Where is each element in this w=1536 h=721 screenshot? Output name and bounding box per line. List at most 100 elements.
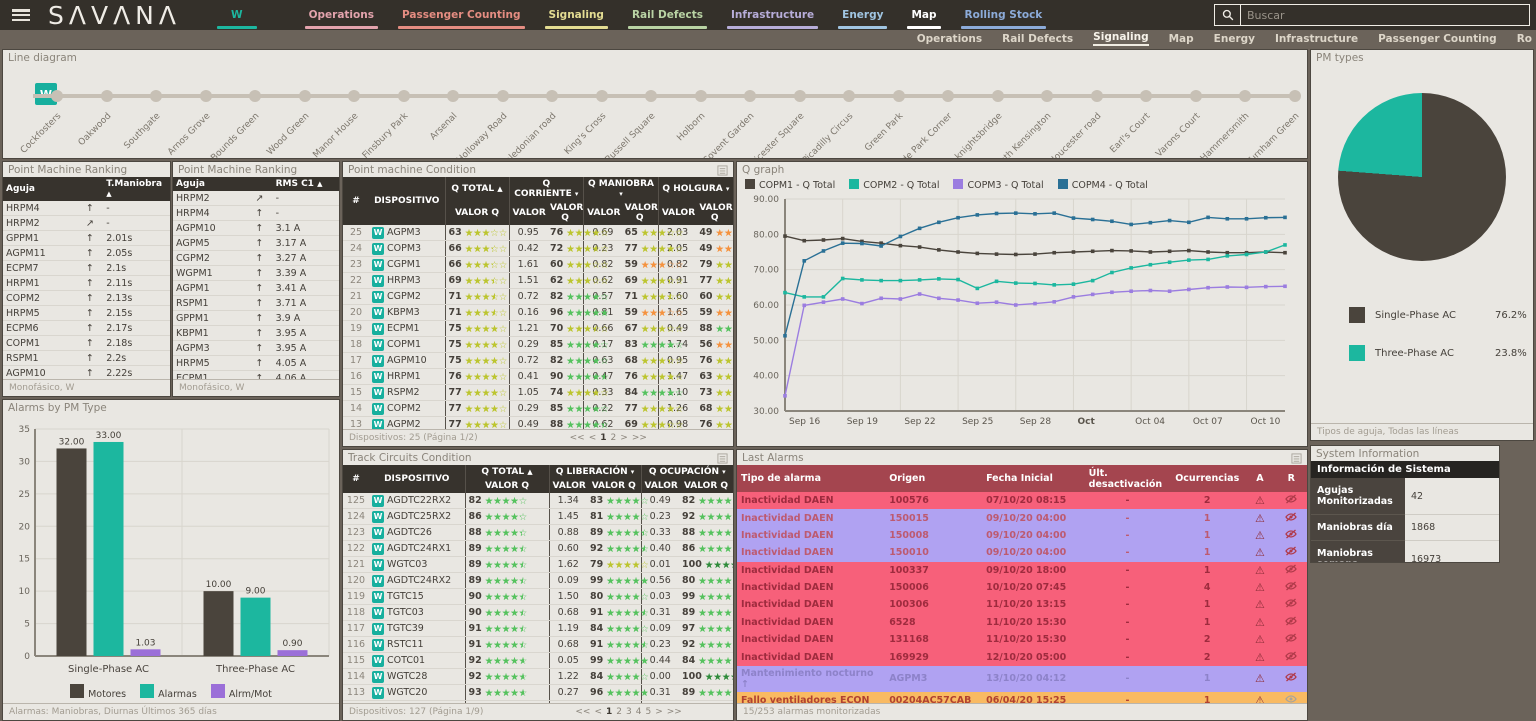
page-link[interactable]: 5: [645, 707, 651, 717]
station-dot-6[interactable]: [348, 90, 360, 102]
condition-row[interactable]: 116WRSTC1191☆☆☆☆☆★★★★★0.6891☆☆☆☆☆★★★★★0.…: [343, 637, 733, 653]
r-eye-slash-icon[interactable]: [1285, 616, 1297, 626]
col-group[interactable]: Q OCUPACIÓN ▾: [641, 465, 733, 479]
hamburger-menu-icon[interactable]: [12, 9, 30, 21]
ranking-row[interactable]: ECPM7↑2.1s: [3, 261, 170, 276]
ranking-row[interactable]: HRPM2↗-: [173, 191, 339, 206]
station-dot-20[interactable]: [1041, 90, 1053, 102]
alarm-warning-icon[interactable]: ⚠: [1255, 581, 1265, 594]
col-group[interactable]: Q TOTAL ▲: [445, 177, 509, 201]
ranking-row[interactable]: AGPM5↑3.17 A: [173, 236, 339, 251]
alarm-row[interactable]: Inactividad DAEN13116811/10/20 15:30 -2 …: [737, 631, 1307, 648]
tab-signaling[interactable]: Signaling: [539, 0, 614, 30]
ranking-row[interactable]: HRPM1↑2.11s: [3, 276, 170, 291]
page-link[interactable]: >: [655, 707, 663, 717]
page-current[interactable]: 1: [600, 433, 606, 443]
search-icon[interactable]: [1214, 4, 1240, 26]
tab-map[interactable]: Map: [901, 0, 946, 30]
station-dot-22[interactable]: [1140, 90, 1152, 102]
condition-row[interactable]: 15WRSPM277☆☆☆☆☆★★★★★1.0574☆☆☆☆☆★★★★★0.33…: [343, 385, 733, 401]
station-dot-25[interactable]: [1289, 90, 1301, 102]
col-group[interactable]: Q CORRIENTE ▾: [509, 177, 584, 201]
ranking-row[interactable]: COPM2↑2.13s: [3, 291, 170, 306]
tab-rail-defects[interactable]: Rail Defects: [622, 0, 713, 30]
alarm-warning-icon[interactable]: ⚠: [1255, 512, 1265, 525]
alarm-warning-icon[interactable]: ⚠: [1255, 564, 1265, 577]
export-icon[interactable]: [717, 165, 728, 176]
station-dot-19[interactable]: [992, 90, 1004, 102]
page-link[interactable]: 3: [626, 707, 632, 717]
tab-rolling-stock[interactable]: Rolling Stock: [955, 0, 1053, 30]
station-dot-24[interactable]: [1239, 90, 1251, 102]
ranking-row[interactable]: WGPM1↑3.39 A: [173, 266, 339, 281]
condition-row[interactable]: 115WCOTC0192☆☆☆☆☆★★★★★0.0599☆☆☆☆☆★★★★★0.…: [343, 653, 733, 669]
export-icon[interactable]: [717, 453, 728, 464]
r-eye-slash-icon[interactable]: [1285, 598, 1297, 608]
ranking-row[interactable]: KBPM1↑3.95 A: [173, 326, 339, 341]
alarm-warning-icon[interactable]: ⚠: [1255, 616, 1265, 629]
station-dot-8[interactable]: [447, 90, 459, 102]
col-5[interactable]: A: [1244, 465, 1275, 492]
station-dot-13[interactable]: [695, 90, 707, 102]
condition-row[interactable]: 119WTGTC1590☆☆☆☆☆★★★★★1.5080☆☆☆☆☆★★★★★0.…: [343, 589, 733, 605]
station-dot-4[interactable]: [249, 90, 261, 102]
page-link[interactable]: 2: [616, 707, 622, 717]
page-current[interactable]: 1: [606, 707, 612, 717]
subnav-map[interactable]: Map: [1169, 33, 1194, 45]
station-dot-10[interactable]: [546, 90, 558, 102]
page-link[interactable]: <<: [570, 433, 585, 443]
subnav-ro[interactable]: Ro: [1517, 33, 1532, 45]
condition-row[interactable]: 21WCGPM271☆☆☆☆☆★★★★★0.7282☆☆☆☆☆★★★★★0.57…: [343, 289, 733, 305]
ranking-row[interactable]: AGPM3↑3.95 A: [173, 341, 339, 356]
ranking-row[interactable]: RSPM1↑2.2s: [3, 351, 170, 366]
condition-row[interactable]: 114WWGTC2892☆☆☆☆☆★★★★★1.2284☆☆☆☆☆★★★★★0.…: [343, 669, 733, 685]
page-link[interactable]: <: [589, 433, 597, 443]
ranking-row[interactable]: HRPM2↗-: [3, 216, 170, 231]
station-dot-16[interactable]: [843, 90, 855, 102]
subnav-signaling[interactable]: Signaling: [1093, 31, 1148, 46]
ranking-row[interactable]: HRPM5↑2.15s: [3, 306, 170, 321]
col-aguja[interactable]: Aguja: [173, 177, 246, 191]
tab-line-w[interactable]: W: [221, 0, 253, 30]
col-0[interactable]: Tipo de alarma: [737, 465, 885, 492]
col-2[interactable]: Fecha Inicial: [982, 465, 1085, 492]
condition-row[interactable]: 24WCOPM366☆☆☆☆☆★★★★★0.4272☆☆☆☆☆★★★★★0.23…: [343, 241, 733, 257]
condition-row[interactable]: 19WECPM175☆☆☆☆☆★★★★★1.2170☆☆☆☆☆★★★★★0.66…: [343, 321, 733, 337]
r-eye-slash-icon[interactable]: [1285, 512, 1297, 522]
ranking-row[interactable]: GPPM1↑3.9 A: [173, 311, 339, 326]
alarm-warning-icon[interactable]: ⚠: [1255, 672, 1265, 685]
station-dot-11[interactable]: [596, 90, 608, 102]
col-sort[interactable]: T.Maniobra ▲: [103, 177, 170, 201]
col-aguja[interactable]: Aguja: [3, 177, 76, 201]
alarm-row[interactable]: Inactividad DAEN15001009/10/20 04:00 -1 …: [737, 544, 1307, 561]
col-group[interactable]: Q LIBERACIÓN ▾: [549, 465, 641, 479]
search-input[interactable]: [1240, 4, 1530, 26]
page-link[interactable]: >>: [667, 707, 682, 717]
alarm-warning-icon[interactable]: ⚠: [1255, 633, 1265, 646]
condition-row[interactable]: 22WHRPM369☆☆☆☆☆★★★★★1.5162☆☆☆☆☆★★★★★0.62…: [343, 273, 733, 289]
condition-row[interactable]: 120WAGDTC24RX289☆☆☆☆☆★★★★★0.0999☆☆☆☆☆★★★…: [343, 573, 733, 589]
col-6[interactable]: R: [1276, 465, 1307, 492]
tab-operations[interactable]: Operations: [299, 0, 384, 30]
ranking-row[interactable]: RSPM1↑3.71 A: [173, 296, 339, 311]
col-1[interactable]: Origen: [885, 465, 982, 492]
tab-infrastructure[interactable]: Infrastructure: [721, 0, 824, 30]
col-4[interactable]: Ocurrencias: [1170, 465, 1244, 492]
condition-row[interactable]: 125WAGDTC22RX282☆☆☆☆☆★★★★★1.3483☆☆☆☆☆★★★…: [343, 493, 733, 509]
condition-row[interactable]: 123WAGDTC2688☆☆☆☆☆★★★★★0.8889☆☆☆☆☆★★★★★0…: [343, 525, 733, 541]
condition-row[interactable]: 17WAGPM1075☆☆☆☆☆★★★★★0.7282☆☆☆☆☆★★★★★0.6…: [343, 353, 733, 369]
alarm-row[interactable]: Inactividad DAEN15001509/10/20 04:00 -1 …: [737, 509, 1307, 526]
subnav-operations[interactable]: Operations: [917, 33, 982, 45]
ranking-row[interactable]: ECPM6↑2.17s: [3, 321, 170, 336]
station-dot-23[interactable]: [1190, 90, 1202, 102]
ranking-row[interactable]: AGPM10↑3.1 A: [173, 221, 339, 236]
r-eye-slash-icon[interactable]: [1285, 546, 1297, 556]
alarm-row[interactable]: Inactividad DAEN10030611/10/20 13:15 -1 …: [737, 596, 1307, 613]
station-dot-2[interactable]: [150, 90, 162, 102]
alarm-row[interactable]: Inactividad DAEN15000610/10/20 07:45 -4 …: [737, 579, 1307, 596]
condition-row[interactable]: 18WCOPM175☆☆☆☆☆★★★★★0.2985☆☆☆☆☆★★★★★0.17…: [343, 337, 733, 353]
export-icon[interactable]: [1291, 453, 1302, 464]
station-dot-17[interactable]: [893, 90, 905, 102]
ranking-row[interactable]: COPM1↑2.18s: [3, 336, 170, 351]
r-eye-slash-icon[interactable]: [1285, 494, 1297, 504]
